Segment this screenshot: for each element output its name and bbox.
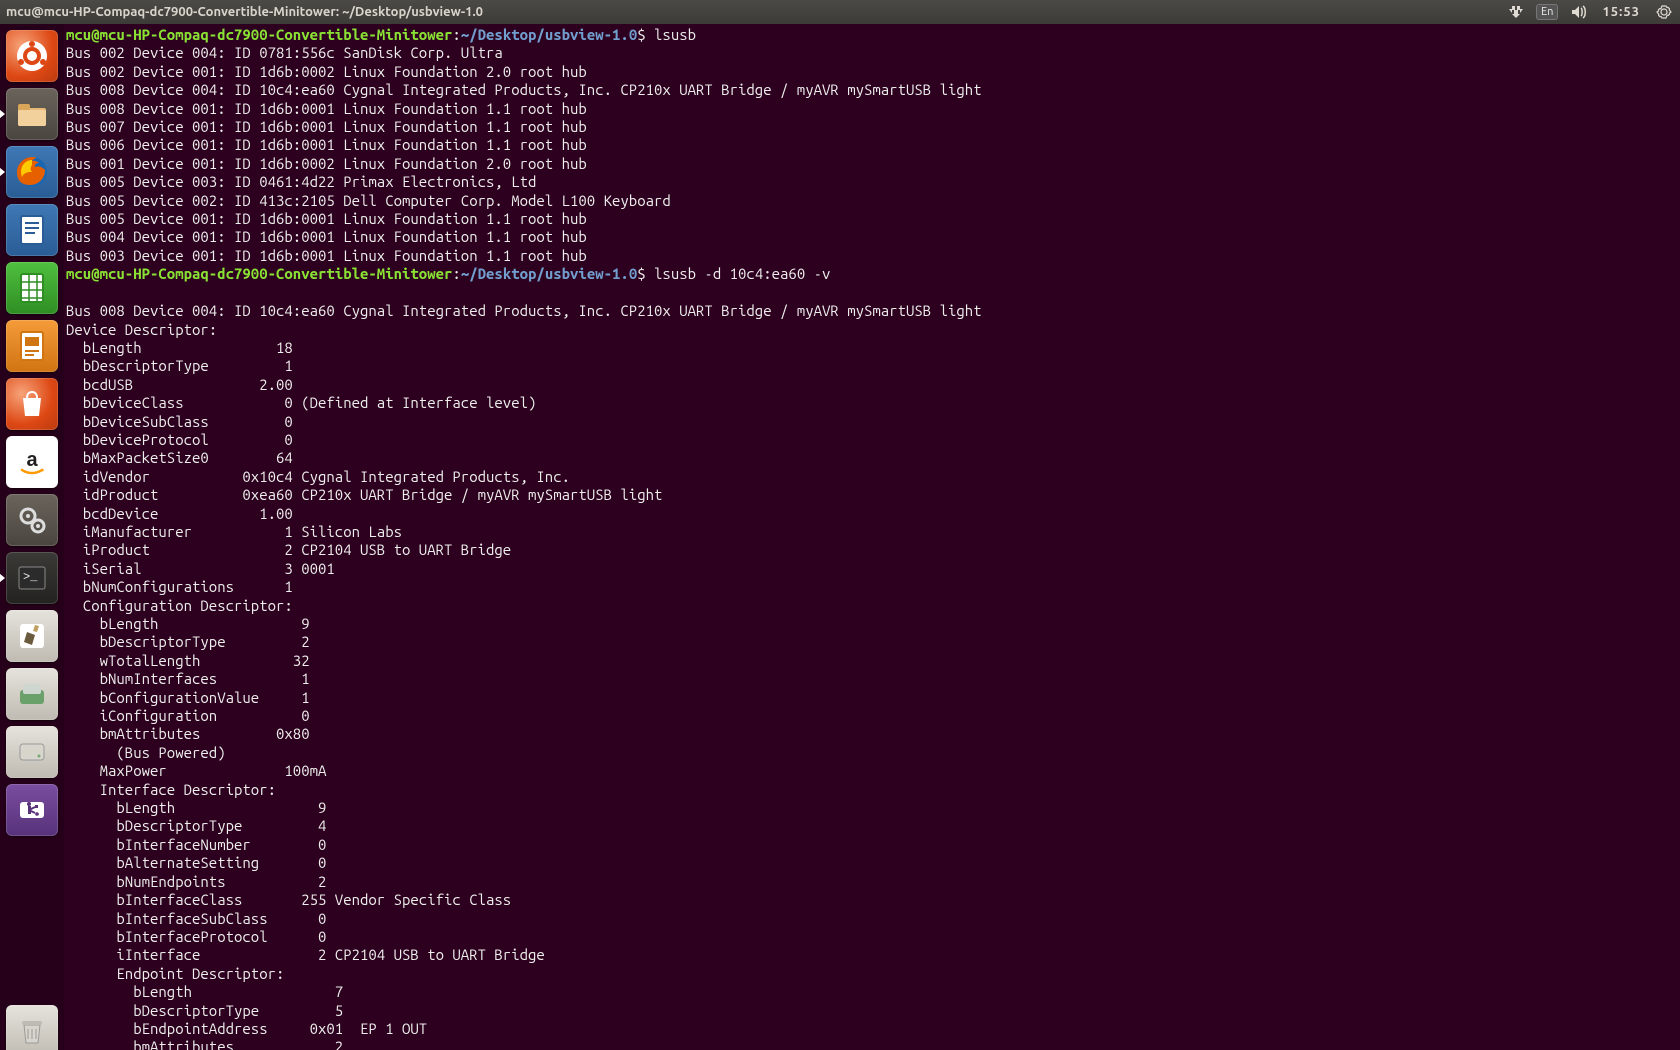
terminal-icon xyxy=(14,560,50,596)
indicator-area: En 15:53 xyxy=(1506,0,1674,24)
launcher-files[interactable] xyxy=(6,88,58,140)
clock[interactable]: 15:53 xyxy=(1602,0,1640,24)
launcher-calc[interactable] xyxy=(6,262,58,314)
network-icon xyxy=(1508,4,1524,20)
launcher-text-editor[interactable] xyxy=(6,610,58,662)
launcher-drive[interactable] xyxy=(6,726,58,778)
window-title: mcu@mcu-HP-Compaq-dc7900-Convertible-Min… xyxy=(6,5,483,19)
keyboard-indicator[interactable]: En xyxy=(1536,0,1558,24)
top-panel: mcu@mcu-HP-Compaq-dc7900-Convertible-Min… xyxy=(0,0,1680,24)
trash-icon xyxy=(14,1013,50,1049)
launcher-software[interactable] xyxy=(6,378,58,430)
launcher-usb-drive[interactable] xyxy=(6,784,58,836)
launcher-trash[interactable] xyxy=(6,1005,58,1050)
text-editor-icon xyxy=(14,618,50,654)
session-indicator[interactable] xyxy=(1654,0,1674,24)
terminal-output[interactable]: mcu@mcu-HP-Compaq-dc7900-Convertible-Min… xyxy=(64,24,1680,1050)
writer-icon xyxy=(14,212,50,248)
dash-icon xyxy=(14,38,50,74)
launcher-settings[interactable] xyxy=(6,494,58,546)
amazon-icon xyxy=(14,444,50,480)
gear-icon xyxy=(1656,4,1672,20)
impress-icon xyxy=(14,328,50,364)
language-badge: En xyxy=(1536,4,1558,20)
launcher-impress[interactable] xyxy=(6,320,58,372)
launcher-scanner[interactable] xyxy=(6,668,58,720)
launcher-dash[interactable] xyxy=(6,30,58,82)
launcher xyxy=(0,24,64,1050)
drive-icon xyxy=(14,734,50,770)
calc-icon xyxy=(14,270,50,306)
firefox-icon xyxy=(14,154,50,190)
launcher-firefox[interactable] xyxy=(6,146,58,198)
usb-drive-icon xyxy=(14,792,50,828)
files-icon xyxy=(14,96,50,132)
sound-indicator[interactable] xyxy=(1568,0,1588,24)
volume-icon xyxy=(1570,4,1586,20)
terminal-window[interactable]: mcu@mcu-HP-Compaq-dc7900-Convertible-Min… xyxy=(64,24,1680,1050)
settings-icon xyxy=(14,502,50,538)
launcher-terminal[interactable] xyxy=(6,552,58,604)
launcher-writer[interactable] xyxy=(6,204,58,256)
scanner-icon xyxy=(14,676,50,712)
software-icon xyxy=(14,386,50,422)
network-indicator[interactable] xyxy=(1506,0,1526,24)
launcher-amazon[interactable] xyxy=(6,436,58,488)
